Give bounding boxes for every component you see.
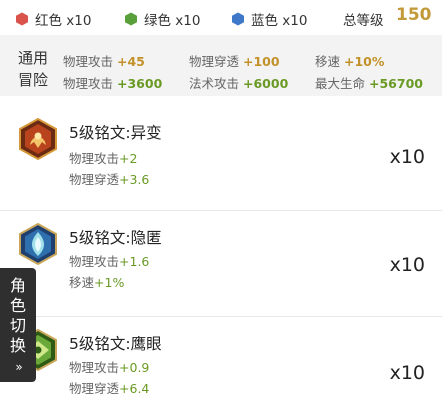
rune-stat-line: 物理攻击+0.9 (69, 357, 149, 376)
rune-stat-name: 移速 (69, 275, 95, 290)
stat-physical-attack: 物理攻击 +45 (63, 51, 145, 70)
stat-name: 法术攻击 (189, 76, 240, 91)
double-chevron-right-icon: » (15, 360, 22, 374)
stats-label-general: 通用 (18, 49, 49, 67)
blue-hexagon-icon (232, 12, 244, 26)
rune-stat-value: +1% (94, 275, 125, 290)
stat-adventure-magic-attack: 法术攻击 +6000 (189, 73, 288, 92)
rune-stat-value: +6.4 (119, 381, 150, 396)
rune-card-yibian[interactable]: 5级铭文:异变 物理攻击+2 物理穿透+3.6 x10 (0, 106, 442, 211)
stat-physical-penetration: 物理穿透 +100 (189, 51, 280, 70)
stat-name: 物理穿透 (189, 54, 240, 69)
rune-stat-value: +0.9 (119, 360, 150, 375)
rune-stat-name: 物理穿透 (69, 381, 120, 396)
rune-summary-bar: 红色 x10 绿色 x10 蓝色 x10 总等级 150 (0, 0, 442, 35)
stat-value: +45 (117, 54, 145, 69)
green-hexagon-icon (125, 12, 137, 26)
blue-rune-icon (19, 223, 57, 265)
green-rune-count-label: 绿色 x10 (144, 13, 201, 29)
rune-stat-value: +2 (119, 151, 138, 166)
rune-count: x10 (389, 146, 425, 168)
red-rune-count-label: 红色 x10 (35, 13, 92, 29)
side-tab-char: 切 (9, 316, 26, 335)
side-tab-char: 角 (9, 276, 26, 295)
rune-name: 5级铭文:鹰眼 (69, 335, 162, 353)
stat-name: 最大生命 (315, 76, 366, 91)
rune-stat-name: 物理攻击 (69, 360, 120, 375)
stat-move-speed: 移速 +10% (315, 51, 384, 70)
rune-name: 5级铭文:异变 (69, 124, 162, 142)
blue-rune-count: 蓝色 x10 (231, 9, 307, 29)
blue-rune-count-label: 蓝色 x10 (251, 13, 308, 29)
stats-panel: 通用 冒险 物理攻击 +45 物理穿透 +100 移速 +10% 物理攻击 +3… (0, 35, 442, 96)
rune-card-yingyan[interactable]: 5级铭文:鹰眼 物理攻击+0.9 物理穿透+6.4 x10 (0, 317, 442, 400)
total-level-label: 总等级 (343, 13, 384, 29)
rune-stat-line: 物理穿透+6.4 (69, 378, 149, 397)
stat-value: +6000 (243, 76, 289, 91)
rune-name: 5级铭文:隐匿 (69, 229, 162, 247)
stat-name: 物理攻击 (63, 76, 114, 91)
red-hexagon-icon (16, 12, 28, 26)
stat-adventure-physical-attack: 物理攻击 +3600 (63, 73, 162, 92)
total-level-value: 150 (396, 5, 432, 25)
stat-adventure-max-health: 最大生命 +56700 (315, 73, 423, 92)
rune-count: x10 (389, 254, 425, 276)
rune-stat-name: 物理攻击 (69, 151, 120, 166)
stat-value: +100 (243, 54, 280, 69)
stat-name: 移速 (315, 54, 341, 69)
stats-label-adventure: 冒险 (18, 71, 49, 89)
rune-stat-value: +1.6 (119, 254, 150, 269)
stat-value: +56700 (369, 76, 423, 91)
rune-stat-line: 物理攻击+1.6 (69, 251, 149, 270)
side-tab-char: 色 (9, 296, 26, 315)
stat-value: +10% (344, 54, 385, 69)
stat-name: 物理攻击 (63, 54, 114, 69)
side-tab-char: 换 (9, 336, 26, 355)
rune-stat-value: +3.6 (119, 172, 150, 187)
green-rune-count: 绿色 x10 (124, 9, 200, 29)
stat-value: +3600 (117, 76, 163, 91)
rune-stat-line: 物理穿透+3.6 (69, 169, 149, 188)
rune-stat-name: 物理攻击 (69, 254, 120, 269)
red-rune-icon (19, 118, 57, 160)
rune-stat-line: 物理攻击+2 (69, 148, 137, 167)
switch-character-tab[interactable]: 角 色 切 换 » (0, 268, 36, 382)
rune-stat-line: 移速+1% (69, 272, 124, 291)
rune-count: x10 (389, 362, 425, 384)
red-rune-count: 红色 x10 (15, 9, 91, 29)
rune-card-yinni[interactable]: 5级铭文:隐匿 物理攻击+1.6 移速+1% x10 (0, 211, 442, 317)
rune-stat-name: 物理穿透 (69, 172, 120, 187)
